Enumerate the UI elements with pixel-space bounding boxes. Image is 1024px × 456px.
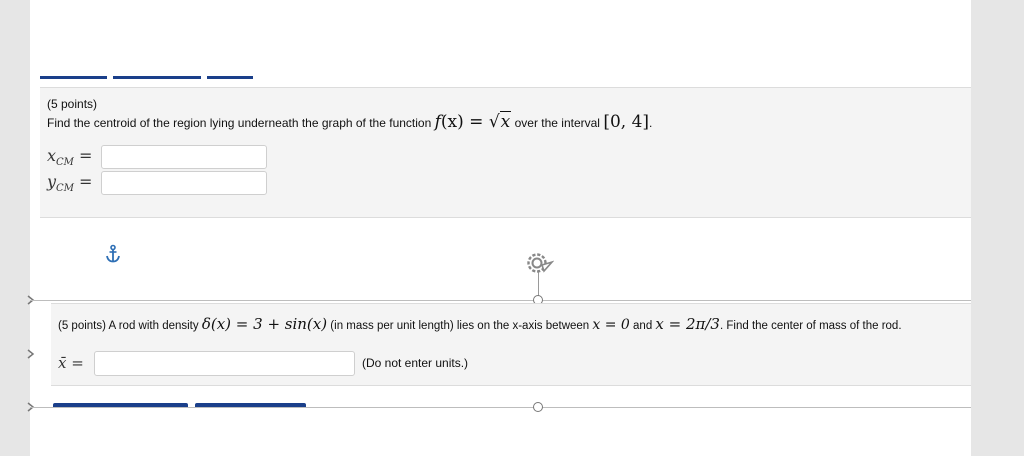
xcm-input[interactable] [101,145,267,169]
prompt-mid: over the interval [511,116,604,130]
top-nav-tab-2[interactable] [113,76,201,79]
xcm-var: x [47,146,57,165]
ycm-label: yCM = [47,172,92,194]
question-1-prompt: Find the centroid of the region lying un… [47,111,653,133]
gear-add-icon[interactable] [524,250,554,276]
ycm-input[interactable] [101,171,267,195]
units-note: (Do not enter units.) [362,356,469,370]
xcm-sub: CM [56,157,74,169]
xcm-eq: = [73,146,93,165]
question-2-prompt: (5 points) A rod with density δ(x) = 3 +… [58,314,902,336]
q2-text-2: (in mass per unit length) lies on the x-… [327,320,593,332]
top-nav-tab-3[interactable] [207,76,253,79]
sqrt-arg: x [499,111,512,132]
prompt-end: . [649,116,653,130]
sqrt-sign: √ [488,112,500,132]
top-nav-tab-1[interactable] [40,76,107,79]
question-1-points: (5 points) [47,97,98,111]
q2-text-3: and [629,320,656,332]
section-divider-1 [30,300,971,301]
q2-text-1: (5 points) A rod with density [58,320,202,332]
q2-upper-bound: x = 2π/3 [655,315,720,333]
section-divider-2 [30,407,971,408]
equals-sign: = [463,112,489,132]
q2-text-4: . Find the center of mass of the rod. [719,320,902,332]
ycm-sub: CM [56,183,74,195]
interval: [0, 4] [603,112,650,132]
xbar-label: x̄ = [58,354,84,372]
divider-node-2[interactable] [533,402,543,412]
xbar-input[interactable] [94,351,355,376]
prompt-text: Find the centroid of the region lying un… [47,116,435,130]
q2-lower-bound: x = 0 [592,317,630,333]
xcm-label: xCM = [47,146,92,168]
func-arg: (x) [440,112,464,132]
ycm-var: y [47,172,57,191]
anchor-icon[interactable] [104,244,122,264]
ycm-eq: = [73,172,93,191]
left-marker-2 [27,349,35,359]
page-content [30,0,971,456]
q2-density: δ(x) = 3 + sin(x) [201,315,328,333]
